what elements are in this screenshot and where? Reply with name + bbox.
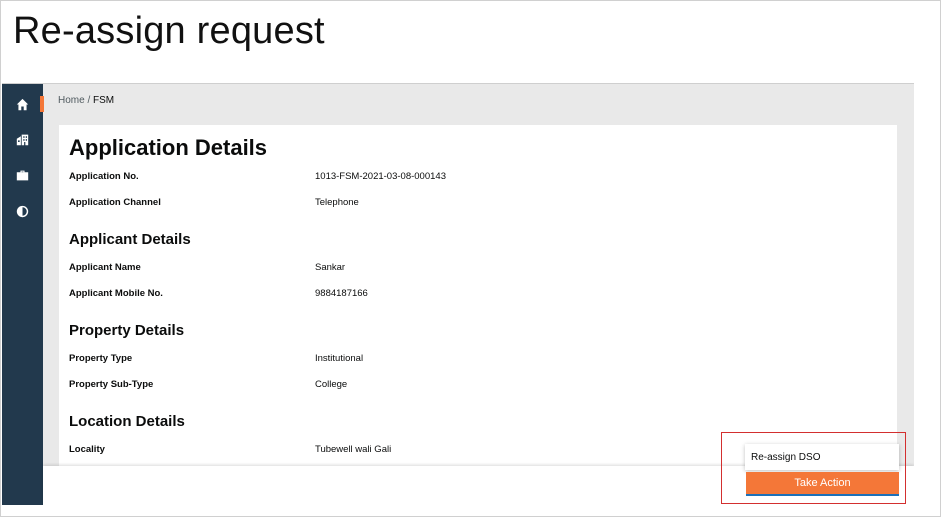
applicant-mobile-value: 9884187166 [315,288,368,299]
property-subtype-value: College [315,379,348,390]
slide-title: Re-assign request [13,10,325,52]
application-channel-label: Application Channel [69,197,161,208]
applicant-name-label: Applicant Name [69,262,141,273]
property-type-label: Property Type [69,353,133,364]
contrast-icon[interactable] [14,203,30,219]
breadcrumb-home-link[interactable]: Home [58,95,85,106]
breadcrumb-current: FSM [93,95,115,106]
annotation-highlight-box [721,432,906,504]
applicant-details-heading: Applicant Details [69,231,191,248]
applicant-name-value: Sankar [315,262,346,273]
home-icon[interactable] [14,96,30,112]
sidebar [2,84,44,505]
property-details-heading: Property Details [69,322,185,339]
application-card: Application Details Application No. 1013… [59,125,897,475]
building-icon[interactable] [14,131,30,147]
page-title: Application Details [69,135,268,160]
property-subtype-label: Property Sub-Type [69,379,154,390]
sidebar-active-indicator [40,96,44,112]
application-no-label: Application No. [69,171,139,182]
application-channel-value: Telephone [315,197,359,208]
briefcase-icon[interactable] [14,167,30,183]
application-no-value: 1013-FSM-2021-03-08-000143 [315,171,446,182]
locality-label: Locality [69,444,105,455]
applicant-mobile-label: Applicant Mobile No. [69,288,163,299]
locality-value: Tubewell wali Gali [315,444,392,455]
breadcrumb: Home / FSM [58,95,114,106]
breadcrumb-separator: / [84,95,94,106]
property-type-value: Institutional [315,353,364,364]
location-details-heading: Location Details [69,413,185,430]
